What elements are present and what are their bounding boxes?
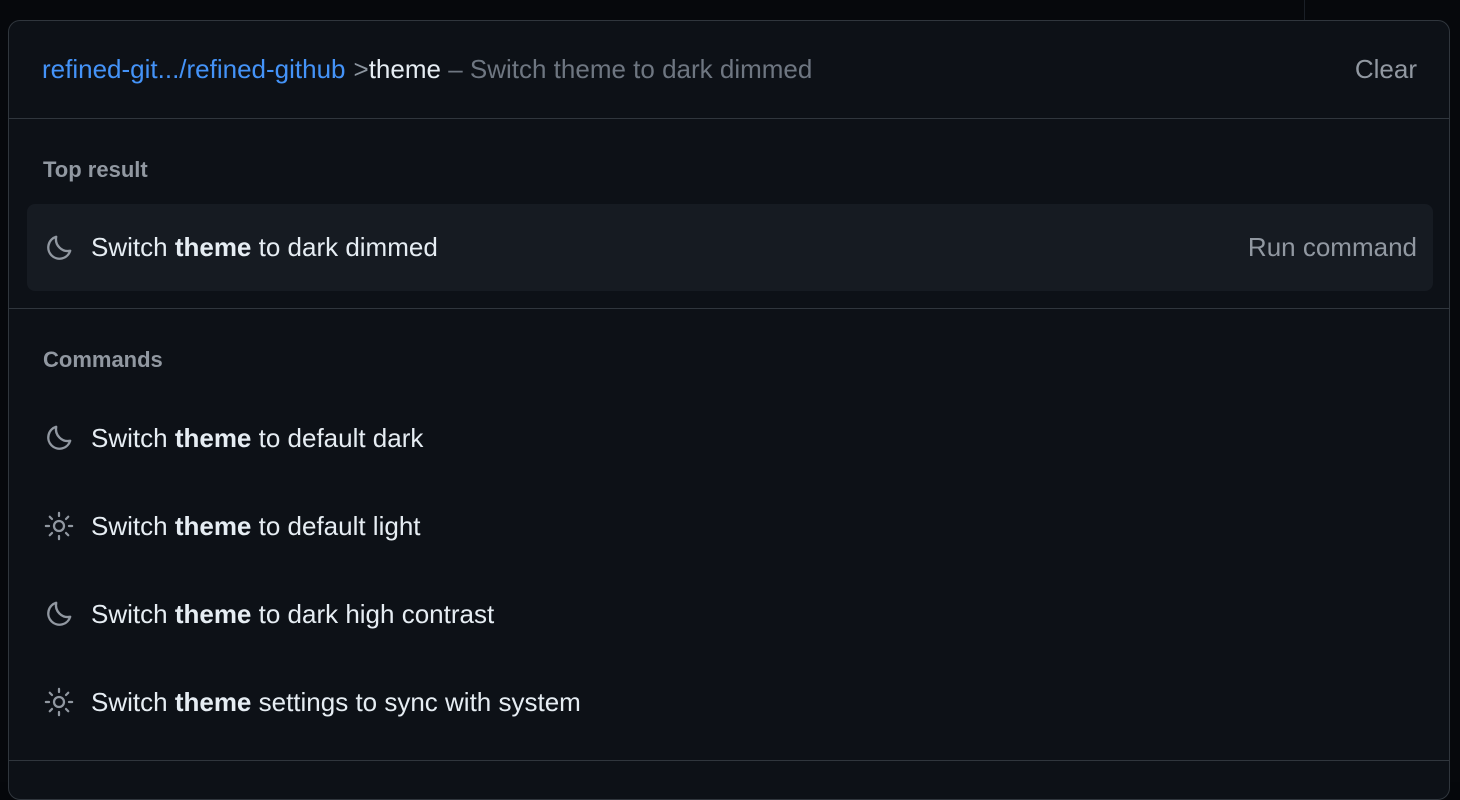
command-palette: refined-git.../refined-github >theme – Sw…	[8, 20, 1450, 800]
palette-header: refined-git.../refined-github >theme – Sw…	[9, 21, 1449, 119]
autocomplete-hint: – Switch theme to dark dimmed	[440, 54, 813, 84]
command-label: Switch theme settings to sync with syste…	[91, 687, 1417, 718]
moon-icon	[43, 232, 75, 264]
query-text: theme	[368, 54, 441, 84]
label-match: theme	[174, 686, 252, 717]
commands-list: Switch theme to default dark Switch them…	[27, 394, 1433, 746]
command-input[interactable]: refined-git.../refined-github >theme – Sw…	[42, 54, 1355, 85]
label-match: theme	[174, 422, 252, 453]
sun-icon	[43, 686, 75, 718]
label-match: theme	[174, 232, 252, 262]
command-label: Switch theme to dark high contrast	[91, 599, 1417, 630]
command-label: Switch theme to default light	[91, 511, 1417, 542]
repo-scope[interactable]: refined-git.../refined-github	[42, 54, 346, 84]
commands-section: Commands Switch theme to default dark Sw…	[9, 309, 1449, 761]
label-suffix: settings to sync with system	[251, 686, 581, 717]
label-suffix: to default light	[251, 510, 421, 541]
label-prefix: Switch	[91, 686, 175, 717]
label-prefix: Switch	[91, 510, 175, 541]
label-prefix: Switch	[91, 598, 175, 629]
label-match: theme	[174, 510, 252, 541]
command-prefix: >	[353, 54, 369, 84]
top-result-heading: Top result	[43, 157, 148, 182]
sun-icon	[43, 510, 75, 542]
top-result-label: Switch theme to dark dimmed	[91, 232, 1248, 263]
commands-heading: Commands	[43, 347, 163, 372]
moon-icon	[43, 598, 75, 630]
command-item[interactable]: Switch theme to dark high contrast	[27, 570, 1433, 658]
backdrop-divider	[1304, 0, 1305, 20]
run-command-hint: Run command	[1247, 232, 1417, 262]
label-suffix: to dark dimmed	[251, 232, 438, 262]
label-match: theme	[174, 598, 252, 629]
command-label: Switch theme to default dark	[91, 423, 1417, 454]
label-prefix: Switch	[91, 422, 175, 453]
label-suffix: to default dark	[251, 422, 424, 453]
command-item[interactable]: Switch theme settings to sync with syste…	[27, 658, 1433, 746]
moon-icon	[43, 422, 75, 454]
command-item[interactable]: Switch theme to default light	[27, 482, 1433, 570]
label-prefix: Switch	[91, 232, 175, 262]
top-result-item[interactable]: Switch theme to dark dimmed Run command	[27, 204, 1433, 291]
label-suffix: to dark high contrast	[251, 598, 495, 629]
top-result-section: Top result Switch theme to dark dimmed R…	[9, 119, 1449, 309]
clear-button[interactable]: Clear	[1355, 54, 1417, 85]
command-item[interactable]: Switch theme to default dark	[27, 394, 1433, 482]
